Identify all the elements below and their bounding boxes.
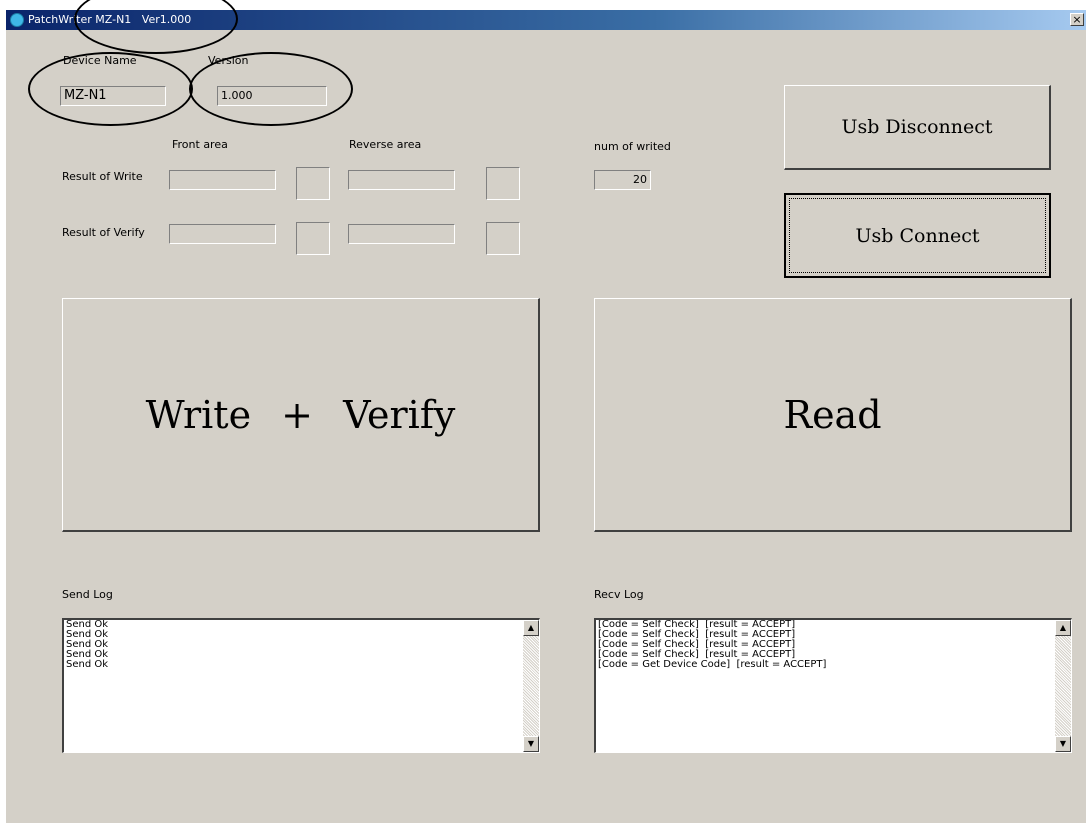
num-of-writed-field[interactable]: 20 — [594, 170, 651, 190]
window-title: PatchWriter MZ-N1 Ver1.000 — [28, 13, 192, 26]
usb-disconnect-button[interactable]: Usb Disconnect — [784, 85, 1051, 170]
close-button[interactable]: × — [1070, 13, 1084, 26]
reverse-area-label: Reverse area — [349, 138, 422, 151]
title-bar[interactable]: PatchWriter MZ-N1 Ver1.000 × — [6, 10, 1086, 30]
write-front-field[interactable] — [169, 170, 276, 190]
recv-log-box[interactable]: [Code = Self Check] [result = ACCEPT] [C… — [594, 618, 1072, 753]
num-of-writed-label: num of writed — [594, 140, 671, 153]
write-reverse-field[interactable] — [348, 170, 455, 190]
send-log-line: Send Ok — [66, 659, 109, 670]
send-log-box[interactable]: Send Ok Send Ok Send Ok Send Ok Send Ok … — [62, 618, 540, 753]
verify-front-indicator — [296, 222, 330, 255]
recv-log-label: Recv Log — [594, 588, 644, 601]
app-window: PatchWriter MZ-N1 Ver1.000 × Device Name… — [6, 10, 1086, 823]
send-log-scrollbar[interactable]: ▲ ▼ — [523, 620, 539, 752]
device-name-label: Device Name — [63, 54, 137, 67]
app-icon — [10, 13, 24, 27]
send-log-line: Send Ok — [66, 649, 109, 660]
send-log-line: Send Ok — [66, 620, 109, 630]
send-log-line: Send Ok — [66, 629, 109, 640]
result-of-verify-label: Result of Verify — [62, 226, 145, 239]
send-log-lines: Send Ok Send Ok Send Ok Send Ok Send Ok — [66, 620, 519, 752]
send-log-label: Send Log — [62, 588, 113, 601]
focus-ring — [789, 198, 1046, 273]
write-reverse-indicator — [486, 167, 520, 200]
recv-log-line: [Code = Get Device Code] [result = ACCEP… — [598, 659, 827, 670]
device-name-field[interactable]: MZ-N1 — [60, 86, 166, 106]
write-verify-button[interactable]: Write + Verify — [62, 298, 540, 532]
verify-reverse-indicator — [486, 222, 520, 255]
scroll-up-arrow-icon[interactable]: ▲ — [523, 620, 539, 636]
recv-log-scrollbar[interactable]: ▲ ▼ — [1055, 620, 1071, 752]
version-label: Version — [208, 54, 249, 67]
scroll-down-arrow-icon[interactable]: ▼ — [523, 736, 539, 752]
result-of-write-label: Result of Write — [62, 170, 143, 183]
read-button[interactable]: Read — [594, 298, 1072, 532]
send-log-line: Send Ok — [66, 639, 109, 650]
scroll-up-arrow-icon[interactable]: ▲ — [1055, 620, 1071, 636]
scroll-down-arrow-icon[interactable]: ▼ — [1055, 736, 1071, 752]
usb-connect-button[interactable]: Usb Connect — [784, 193, 1051, 278]
write-front-indicator — [296, 167, 330, 200]
front-area-label: Front area — [172, 138, 228, 151]
recv-log-lines: [Code = Self Check] [result = ACCEPT] [C… — [598, 620, 1051, 752]
verify-front-field[interactable] — [169, 224, 276, 244]
verify-reverse-field[interactable] — [348, 224, 455, 244]
version-field[interactable]: 1.000 — [217, 86, 327, 106]
